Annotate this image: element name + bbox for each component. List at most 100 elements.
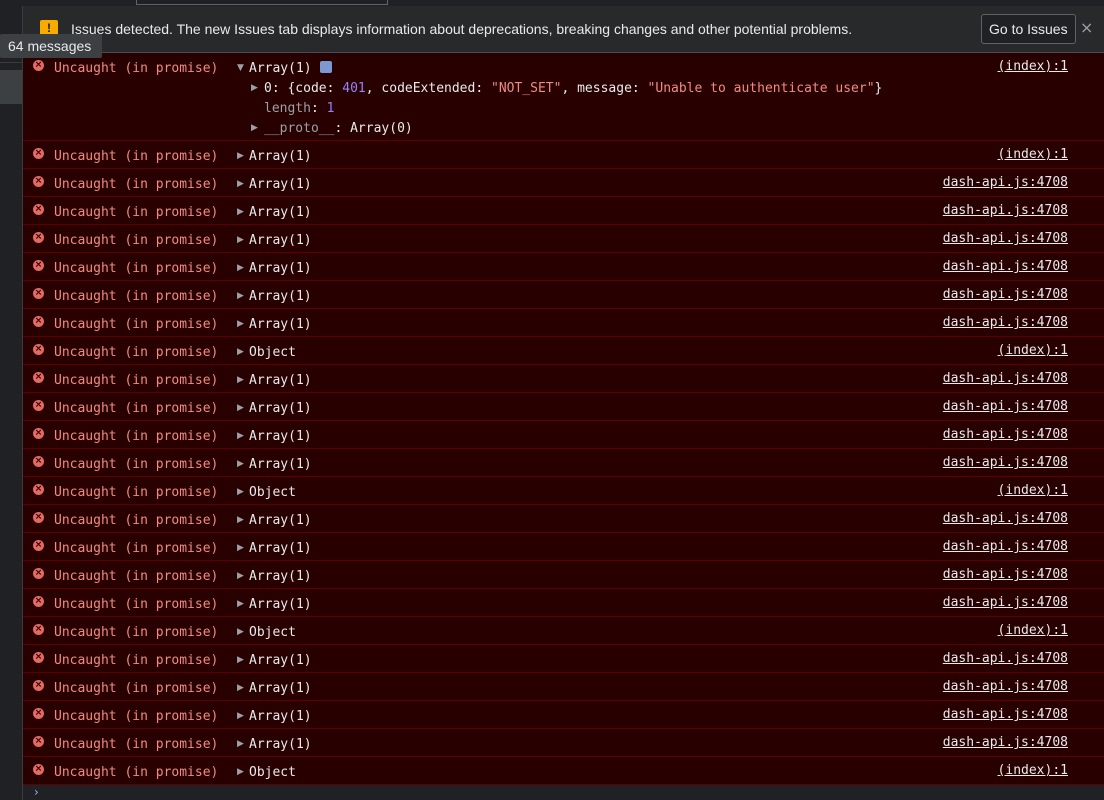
collapsed-triangle-icon[interactable]: ▶ <box>251 121 258 136</box>
console-message-row[interactable]: × Uncaught (in promise) ▶ Array(1) dash-api.… <box>23 673 1104 701</box>
collapsed-triangle-icon[interactable]: ▶ <box>237 485 244 500</box>
console-message-row[interactable]: × Uncaught (in promise) ▶ Array(1) dash-api.… <box>23 645 1104 673</box>
filter-input-edge[interactable] <box>136 0 388 5</box>
source-link[interactable]: dash-api.js:4708 <box>943 650 1068 667</box>
source-link[interactable]: dash-api.js:4708 <box>943 398 1068 415</box>
source-link[interactable]: dash-api.js:4708 <box>943 370 1068 387</box>
logged-object[interactable]: Array(1) <box>249 372 312 389</box>
logged-object[interactable]: Array(1) <box>249 596 312 613</box>
collapsed-triangle-icon[interactable]: ▶ <box>237 709 244 724</box>
console-message-row[interactable]: × Uncaught (in promise) ▶ Array(1) dash-api.… <box>23 421 1104 449</box>
logged-object[interactable]: Array(1) <box>249 540 312 557</box>
console-message-row[interactable]: × Uncaught (in promise) ▶ Array(1) dash-api.… <box>23 701 1104 729</box>
console-message-row[interactable]: × Uncaught (in promise) ▶ Array(1) dash-api.… <box>23 197 1104 225</box>
console-message-row[interactable]: × Uncaught (in promise) ▶ Object (index):1 <box>23 337 1104 365</box>
collapsed-triangle-icon[interactable]: ▶ <box>237 569 244 584</box>
logged-object[interactable]: Array(1) <box>249 232 312 249</box>
logged-object[interactable]: Object <box>249 484 296 501</box>
collapsed-triangle-icon[interactable]: ▶ <box>237 373 244 388</box>
source-link[interactable]: dash-api.js:4708 <box>943 258 1068 275</box>
source-link[interactable]: dash-api.js:4708 <box>943 706 1068 723</box>
logged-object[interactable]: Array(1) <box>249 260 312 277</box>
logged-object[interactable]: Array(1) <box>249 316 312 333</box>
console-message-row[interactable]: × Uncaught (in promise) ▶ Object (index):1 <box>23 617 1104 645</box>
source-link[interactable]: (index):1 <box>998 622 1068 639</box>
logged-object[interactable]: Object <box>249 764 296 781</box>
console-message-row[interactable]: × Uncaught (in promise) ▶ Array(1) dash-api.… <box>23 309 1104 337</box>
source-link[interactable]: dash-api.js:4708 <box>943 454 1068 471</box>
close-icon[interactable]: × <box>1080 19 1093 37</box>
logged-object[interactable]: Array(1) <box>249 204 312 221</box>
source-link[interactable]: dash-api.js:4708 <box>943 510 1068 527</box>
collapsed-triangle-icon[interactable]: ▶ <box>237 625 244 640</box>
source-link[interactable]: dash-api.js:4708 <box>943 734 1068 751</box>
collapsed-triangle-icon[interactable]: ▶ <box>237 177 244 192</box>
collapsed-triangle-icon[interactable]: ▶ <box>237 653 244 668</box>
source-link[interactable]: dash-api.js:4708 <box>943 594 1068 611</box>
console-message-row[interactable]: × Uncaught (in promise) ▶ Object (index):1 <box>23 757 1104 785</box>
source-link[interactable]: dash-api.js:4708 <box>943 230 1068 247</box>
go-to-issues-button[interactable]: Go to Issues <box>981 14 1076 44</box>
collapsed-triangle-icon[interactable]: ▶ <box>237 597 244 612</box>
logged-object[interactable]: Object <box>249 624 296 641</box>
console-message-row[interactable]: × Uncaught (in promise) ▶ Object (index):1 <box>23 477 1104 505</box>
expanded-triangle-icon[interactable]: ▼ <box>237 61 244 76</box>
source-link[interactable]: dash-api.js:4708 <box>943 202 1068 219</box>
collapsed-triangle-icon[interactable]: ▶ <box>237 401 244 416</box>
console-message-row[interactable]: × Uncaught (in promise) ▶ Array(1) dash-api.… <box>23 449 1104 477</box>
console-message-row[interactable]: × Uncaught (in promise) ▶ Array(1) dash-api.… <box>23 729 1104 757</box>
console-message-row[interactable]: × Uncaught (in promise) ▼ Array(1) (index):1… <box>23 53 1104 141</box>
logged-object[interactable]: Array(1) <box>249 568 312 585</box>
source-link[interactable]: dash-api.js:4708 <box>943 174 1068 191</box>
source-link[interactable]: dash-api.js:4708 <box>943 566 1068 583</box>
console-message-row[interactable]: × Uncaught (in promise) ▶ Array(1) dash-api.… <box>23 533 1104 561</box>
logged-object[interactable]: Array(1) <box>249 400 312 417</box>
collapsed-triangle-icon[interactable]: ▶ <box>237 345 244 360</box>
logged-object[interactable]: Array(1) <box>249 680 312 697</box>
logged-object[interactable]: Array(1) <box>249 60 332 77</box>
collapsed-triangle-icon[interactable]: ▶ <box>237 261 244 276</box>
collapsed-triangle-icon[interactable]: ▶ <box>237 233 244 248</box>
collapsed-triangle-icon[interactable]: ▶ <box>237 541 244 556</box>
console-message-row[interactable]: × Uncaught (in promise) ▶ Array(1) dash-api.… <box>23 393 1104 421</box>
array-prototype-property[interactable]: __proto__: Array(0) <box>264 120 413 137</box>
console-message-row[interactable]: × Uncaught (in promise) ▶ Array(1) dash-api.… <box>23 589 1104 617</box>
source-link[interactable]: dash-api.js:4708 <box>943 426 1068 443</box>
collapsed-triangle-icon[interactable]: ▶ <box>237 513 244 528</box>
source-link[interactable]: dash-api.js:4708 <box>943 678 1068 695</box>
logged-object[interactable]: Array(1) <box>249 176 312 193</box>
console-message-row[interactable]: × Uncaught (in promise) ▶ Array(1) dash-api.… <box>23 281 1104 309</box>
collapsed-triangle-icon[interactable]: ▶ <box>251 81 258 96</box>
collapsed-triangle-icon[interactable]: ▶ <box>237 681 244 696</box>
array-entry-0[interactable]: 0: {code: 401, codeExtended: "NOT_SET", … <box>264 80 882 97</box>
logged-object[interactable]: Array(1) <box>249 652 312 669</box>
source-link[interactable]: (index):1 <box>998 58 1068 75</box>
logged-object[interactable]: Array(1) <box>249 288 312 305</box>
logged-object[interactable]: Array(1) <box>249 428 312 445</box>
collapsed-triangle-icon[interactable]: ▶ <box>237 457 244 472</box>
logged-object[interactable]: Array(1) <box>249 148 312 165</box>
sidebar-item-messages[interactable] <box>0 70 22 104</box>
source-link[interactable]: dash-api.js:4708 <box>943 286 1068 303</box>
source-link[interactable]: dash-api.js:4708 <box>943 314 1068 331</box>
source-link[interactable]: (index):1 <box>998 762 1068 779</box>
source-link[interactable]: (index):1 <box>998 342 1068 359</box>
collapsed-triangle-icon[interactable]: ▶ <box>237 149 244 164</box>
logged-object[interactable]: Array(1) <box>249 512 312 529</box>
collapsed-triangle-icon[interactable]: ▶ <box>237 317 244 332</box>
console-message-row[interactable]: × Uncaught (in promise) ▶ Array(1) dash-api.… <box>23 365 1104 393</box>
source-link[interactable]: (index):1 <box>998 482 1068 499</box>
collapsed-triangle-icon[interactable]: ▶ <box>237 289 244 304</box>
logged-object[interactable]: Array(1) <box>249 456 312 473</box>
console-message-row[interactable]: × Uncaught (in promise) ▶ Array(1) dash-api.… <box>23 169 1104 197</box>
console-message-row[interactable]: × Uncaught (in promise) ▶ Array(1) (index):1 <box>23 141 1104 169</box>
collapsed-triangle-icon[interactable]: ▶ <box>237 765 244 780</box>
console-message-row[interactable]: × Uncaught (in promise) ▶ Array(1) dash-api.… <box>23 561 1104 589</box>
logged-object[interactable]: Array(1) <box>249 736 312 753</box>
source-link[interactable]: dash-api.js:4708 <box>943 538 1068 555</box>
console-prompt[interactable]: › <box>23 785 1104 800</box>
collapsed-triangle-icon[interactable]: ▶ <box>237 429 244 444</box>
source-link[interactable]: (index):1 <box>998 146 1068 163</box>
console-message-row[interactable]: × Uncaught (in promise) ▶ Array(1) dash-api.… <box>23 253 1104 281</box>
collapsed-triangle-icon[interactable]: ▶ <box>237 205 244 220</box>
